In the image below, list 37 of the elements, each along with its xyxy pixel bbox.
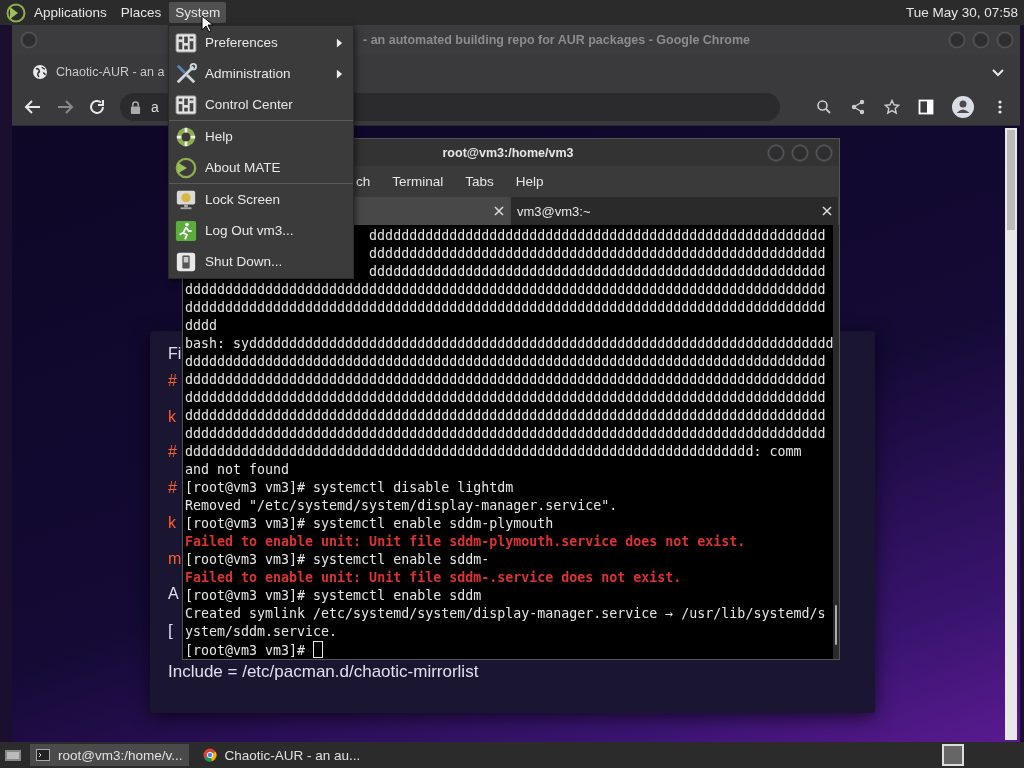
terminal-line: dddddddddddddddddddddddddddddddddddddddddddddddddddddddddddddddddddddddddddddddd [185,407,827,425]
terminal-line: dddd [185,317,219,335]
terminal-line: Failed to enable unit: Unit file sddm-plymouth.service does not exist. [185,533,747,551]
terminal-line: dddddddddddddddddddddddddddddddddddddddddddddddddddddddddddddddddddddddddddddddd [185,299,827,317]
terminal-line: [root@vm3 vm3]# systemctl enable sddm- [185,551,491,569]
terminal-line: dddddddddddddddddddddddddddddddddddddddddddddddddddddddddddddddddddddddddddddddd [185,425,827,443]
terminal-line: ddddddddddddddddddddddddddddddddddddddddddddddddddddddddddddddddddddddd: comm [185,443,803,461]
terminal-line: [root@vm3 vm3]# systemctl disable lightdm [185,479,515,497]
page-text: Fi [168,345,182,364]
tab-label: vm3@vm3:~ [517,203,591,219]
terminal-line: Failed to enable unit: Unit file sddm-.service does not exist. [185,569,683,587]
terminal-line: bash: syddddddddddddddddddddddddddddddddddddddddddddddddddddddddddddddddddddddddd [185,335,834,353]
terminal-line: ddddddddddddddddddddddddddddddddddddddddddddddddddddddddd [369,245,827,263]
terminal-line: dddddddddddddddddddddddddddddddddddddddddddddddddddddddddddddddddddddddddddddddd [185,371,827,389]
page-text: A [168,585,179,604]
terminal-line: dddddddddddddddddddddddddddddddddddddddddddddddddddddddddddddddddddddddddddddddd [185,353,827,371]
page-text: m [168,549,182,569]
terminal-line: ddddddddddddddddddddddddddddddddddddddddddddddddddddddddd [369,227,827,245]
page-text: k [168,407,176,427]
terminal-line: [root@vm3 vm3]# systemctl enable sddm-plymouth [185,515,555,533]
page-text: # [168,478,177,498]
terminal-line: Removed "/etc/systemd/system/display-manager.service". [185,497,619,515]
page-text: # [168,443,177,462]
page-text: Include = /etc/pacman.d/chaotic-mirrorlist [168,662,479,683]
terminal-line: and not found [185,461,291,479]
page-text: # [168,372,177,391]
page-text: k [168,514,176,533]
terminal-line: [root@vm3 vm3]# systemctl enable sddm [185,587,483,605]
terminal-line: Created symlink /etc/systemd/system/display-manager.service → /usr/lib/systemd/s [185,605,827,623]
terminal-line: dddddddddddddddddddddddddddddddddddddddddddddddddddddddddddddddddddddddddddddddd [185,389,827,407]
terminal-line: ystem/sddm.service. [185,623,339,641]
terminal-line: dddddddddddddddddddddddddddddddddddddddddddddddddddddddddddddddddddddddddddddddd [185,281,827,299]
window-title: root@vm3:/home/vm3 [441,145,575,160]
terminal-line: ddddddddddddddddddddddddddddddddddddddddddddddddddddddddd [369,263,827,281]
page-text: [ [168,620,173,642]
terminal-line: [root@vm3 vm3]# [185,641,834,659]
window-title: - an automated building repo for AUR packages - Google Chrome [363,33,751,47]
